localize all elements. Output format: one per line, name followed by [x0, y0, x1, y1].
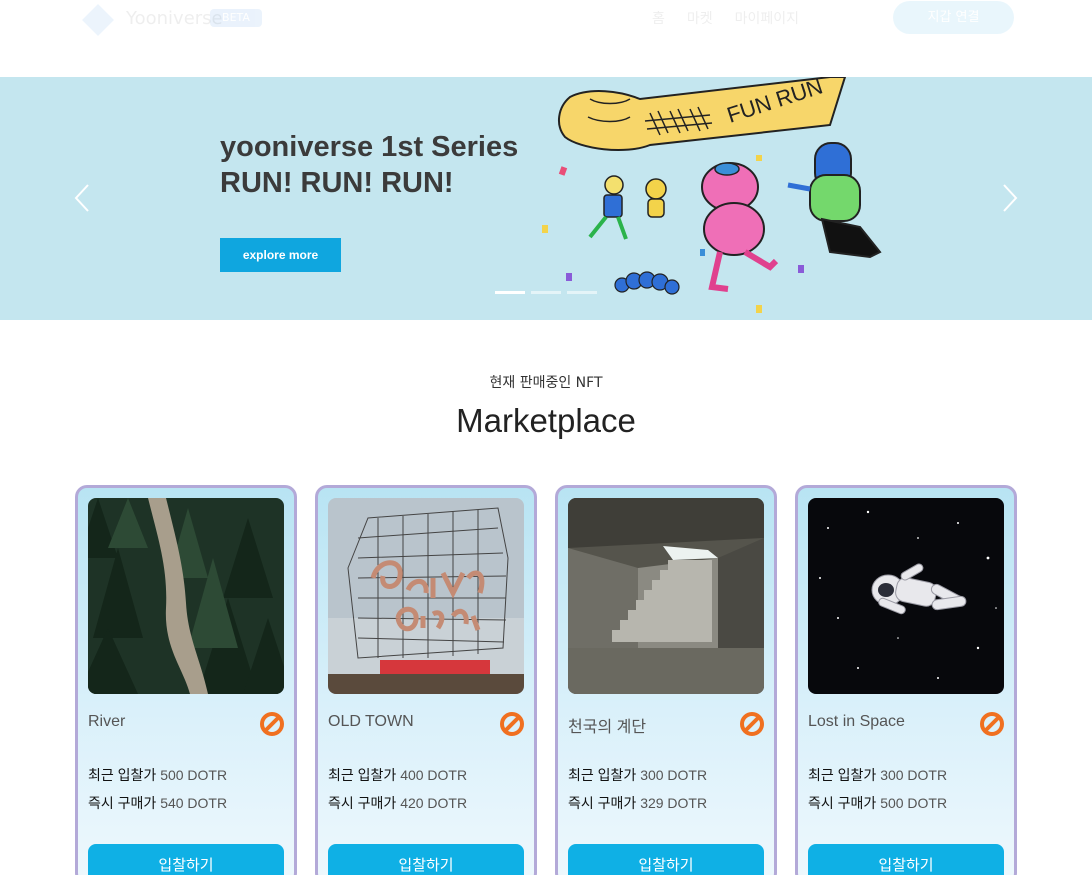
site-header: Yooniverse BETA 홈 마켓 마이페이지 지갑 연결 [0, 0, 1092, 77]
buy-now-label: 즉시 구매가 [88, 795, 157, 811]
banner-title: yooniverse 1st Series RUN! RUN! RUN! [220, 129, 518, 201]
nft-card[interactable]: Lost in Space 최근 입찰가 300 DOTR 즉시 구매가 500… [795, 485, 1017, 875]
fun-run-illustration: FUN RUN [542, 77, 882, 313]
banner-title-line2: RUN! RUN! RUN! [220, 167, 454, 199]
section-subtitle: 현재 판매중인 NFT [489, 375, 603, 391]
buy-now-row: 즉시 구매가 500 DOTR [808, 793, 947, 813]
nft-name[interactable]: Lost in Space [808, 713, 905, 731]
section-title: Marketplace [456, 402, 636, 439]
buy-now-label: 즉시 구매가 [808, 795, 877, 811]
recent-bid-row: 최근 입찰가 400 DOTR [328, 765, 467, 785]
nft-card[interactable]: River 최근 입찰가 500 DOTR 즉시 구매가 540 DOTR 입찰… [75, 485, 297, 875]
recent-bid-row: 최근 입찰가 500 DOTR [88, 765, 227, 785]
buy-now-value: 420 DOTR [400, 795, 468, 811]
dotr-coin-icon [980, 712, 1004, 736]
slide-indicator-1[interactable] [495, 291, 525, 294]
recent-bid-value: 300 DOTR [640, 767, 708, 783]
buy-now-label: 즉시 구매가 [328, 795, 397, 811]
buy-now-label: 즉시 구매가 [568, 795, 637, 811]
nft-image-old-town[interactable] [328, 498, 524, 694]
chevron-right-icon[interactable] [1000, 181, 1020, 215]
buy-now-value: 329 DOTR [640, 795, 708, 811]
banner-title-line1: yooniverse 1st Series [220, 131, 519, 163]
nft-card[interactable]: 천국의 계단 최근 입찰가 300 DOTR 즉시 구매가 329 DOTR 입… [555, 485, 777, 875]
main-nav: 홈 마켓 마이페이지 [652, 8, 799, 28]
buy-now-value: 500 DOTR [880, 795, 948, 811]
nft-name[interactable]: River [88, 713, 125, 731]
buy-now-row: 즉시 구매가 540 DOTR [88, 793, 227, 813]
connect-wallet-button[interactable]: 지갑 연결 [893, 1, 1014, 34]
dotr-coin-icon [740, 712, 764, 736]
buy-now-row: 즉시 구매가 329 DOTR [568, 793, 707, 813]
nft-name[interactable]: OLD TOWN [328, 713, 414, 731]
recent-bid-value: 400 DOTR [400, 767, 468, 783]
bid-button[interactable]: 입찰하기 [808, 844, 1004, 875]
recent-bid-label: 최근 입찰가 [808, 767, 877, 783]
dotr-coin-icon [260, 712, 284, 736]
nft-card[interactable]: OLD TOWN 최근 입찰가 400 DOTR 즉시 구매가 420 DOTR… [315, 485, 537, 875]
recent-bid-label: 최근 입찰가 [88, 767, 157, 783]
logo-icon[interactable] [80, 2, 116, 38]
buy-now-value: 540 DOTR [160, 795, 228, 811]
nav-item-market[interactable]: 마켓 [687, 8, 713, 28]
recent-bid-row: 최근 입찰가 300 DOTR [808, 765, 947, 785]
logo-text[interactable]: Yooniverse [126, 8, 223, 29]
buy-now-row: 즉시 구매가 420 DOTR [328, 793, 467, 813]
nav-item-home[interactable]: 홈 [652, 8, 665, 28]
beta-badge: BETA [210, 9, 262, 27]
recent-bid-value: 500 DOTR [160, 767, 228, 783]
bid-button[interactable]: 입찰하기 [328, 844, 524, 875]
hero-banner: yooniverse 1st Series RUN! RUN! RUN! exp… [0, 77, 1092, 320]
bid-button[interactable]: 입찰하기 [88, 844, 284, 875]
nft-name[interactable]: 천국의 계단 [568, 713, 646, 737]
dotr-coin-icon [500, 712, 524, 736]
recent-bid-row: 최근 입찰가 300 DOTR [568, 765, 707, 785]
nft-image-river[interactable] [88, 498, 284, 694]
recent-bid-label: 최근 입찰가 [328, 767, 397, 783]
nft-image-stairs[interactable] [568, 498, 764, 694]
recent-bid-label: 최근 입찰가 [568, 767, 637, 783]
recent-bid-value: 300 DOTR [880, 767, 948, 783]
nav-item-mypage[interactable]: 마이페이지 [735, 8, 799, 28]
chevron-left-icon[interactable] [72, 181, 92, 215]
explore-more-button[interactable]: explore more [220, 238, 341, 272]
nft-image-space[interactable] [808, 498, 1004, 694]
bid-button[interactable]: 입찰하기 [568, 844, 764, 875]
